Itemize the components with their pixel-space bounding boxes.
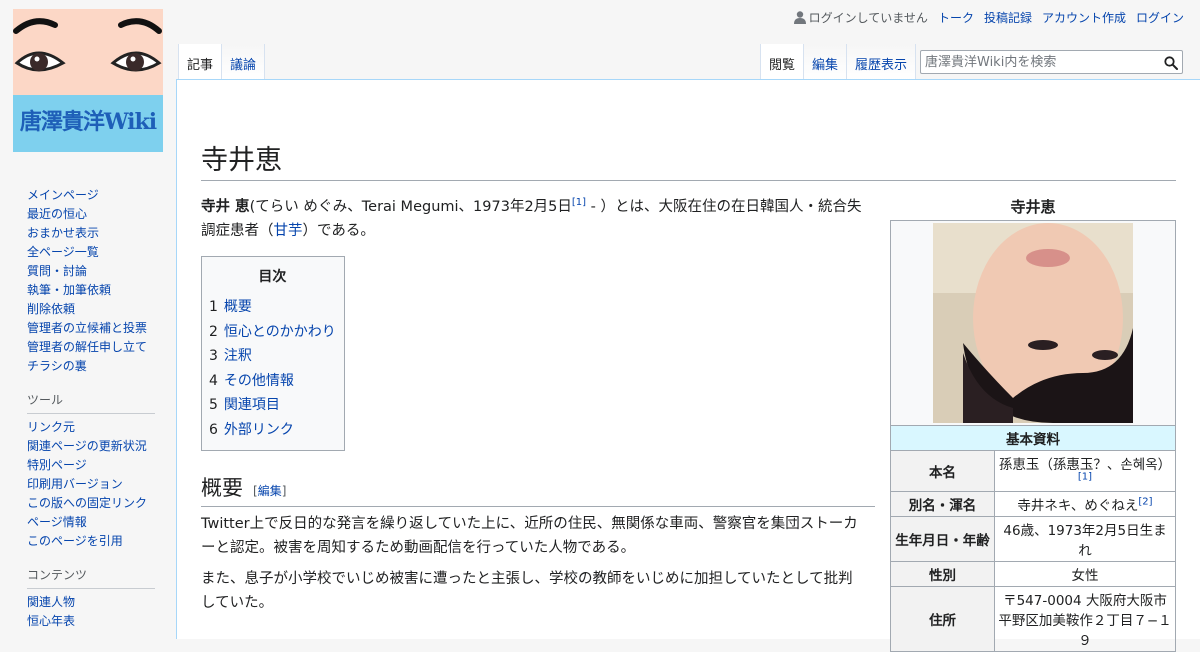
overview-paragraph-1: Twitter上で反日的な発言を繰り返していた上に、近所の住民、無関係な車両、警…: [201, 516, 858, 556]
toc-title: 目次: [258, 269, 287, 285]
view-tabs: 閲覧 編集 履歴表示: [760, 44, 917, 80]
sidebar-item-recent[interactable]: 最近の恒心: [27, 207, 87, 221]
toc-item[interactable]: 4 その他情報: [209, 369, 336, 394]
infobox-row: 住所 〒547-0004 大阪府大阪市平野区加美鞍作２丁目７−１９: [890, 586, 1176, 652]
section-edit-link[interactable]: 編集: [258, 484, 282, 498]
sidebar-contents-heading: コンテンツ: [27, 566, 155, 589]
tab-read[interactable]: 閲覧: [760, 44, 804, 80]
toc-item[interactable]: 6 外部リンク: [209, 418, 336, 443]
anon-label: ログインしていません: [808, 11, 928, 25]
sidebar-item-all-pages[interactable]: 全ページ一覧: [27, 245, 99, 259]
personal-tools: ログインしていません トーク 投稿記録 アカウント作成 ログイン: [793, 9, 1184, 26]
sidebar-item-print[interactable]: 印刷用バージョン: [27, 477, 123, 491]
tab-article[interactable]: 記事: [178, 44, 222, 80]
namespace-tabs: 記事 議論: [178, 44, 266, 80]
sidebar-item-related-people[interactable]: 関連人物: [27, 595, 75, 609]
logo-eyes-icon: [13, 18, 162, 72]
login-link[interactable]: ログイン: [1136, 9, 1184, 26]
infobox-row: 本名 孫恵玉（孫惠玉？、손혜옥）[1]: [890, 450, 1176, 492]
sidebar-item-admin-removal[interactable]: 管理者の解任申し立て: [27, 340, 147, 354]
infobox-image-cell: [890, 220, 1176, 426]
create-account-link[interactable]: アカウント作成: [1042, 9, 1126, 26]
toc-item[interactable]: 1 概要: [209, 295, 336, 320]
tab-edit[interactable]: 編集: [803, 44, 847, 80]
tab-history[interactable]: 履歴表示: [846, 44, 917, 80]
sidebar-item-deletion[interactable]: 削除依頼: [27, 302, 75, 316]
search-icon[interactable]: [1164, 55, 1178, 74]
toc-item[interactable]: 3 注釈: [209, 344, 336, 369]
sidebar: メインページ 最近の恒心 おまかせ表示 全ページ一覧 質問・討論 執筆・加筆依頼…: [27, 186, 157, 631]
tab-discussion[interactable]: 議論: [221, 44, 266, 80]
section-heading-overview: 概要 [編集]: [201, 473, 875, 507]
infobox-row: 生年月日・年齢 46歳、1973年2月5日生まれ: [890, 516, 1176, 562]
sidebar-tools: リンク元 関連ページの更新状況 特別ページ 印刷用バージョン この版への固定リン…: [27, 418, 157, 551]
sidebar-item-main-page[interactable]: メインページ: [27, 188, 99, 202]
infobox: 寺井恵 基本資料 本名 孫恵玉（孫惠玉？、손혜옥）[1] 別名・渾名 寺井ネキ、…: [890, 195, 1176, 652]
sidebar-contents: 関連人物 恒心年表: [27, 593, 157, 631]
overview-paragraph-2: また、息子が小学校でいじめ被害に遭ったと主張し、学校の教師をいじめに加担していた…: [201, 571, 853, 611]
sidebar-item-page-info[interactable]: ページ情報: [27, 515, 87, 529]
table-of-contents: 目次 1 概要 2 恒心とのかかわり 3 注釈 4 その他情報 5 関連項目 6 外部リンク: [201, 256, 345, 451]
reference-1-link[interactable]: [1]: [572, 197, 586, 208]
infobox-section-header: 基本資料: [890, 425, 1176, 451]
sidebar-item-cite[interactable]: このページを引用: [27, 534, 123, 548]
sidebar-item-admin-election[interactable]: 管理者の立候補と投票: [27, 321, 147, 335]
toc-item[interactable]: 5 関連項目: [209, 393, 336, 418]
sidebar-item-questions[interactable]: 質問・討論: [27, 264, 87, 278]
toc-item[interactable]: 2 恒心とのかかわり: [209, 320, 336, 345]
infobox-row: 別名・渾名 寺井ネキ、めぐねえ[2]: [890, 491, 1176, 517]
portrait-image[interactable]: [933, 223, 1133, 423]
personal-talk-link[interactable]: トーク: [938, 9, 974, 26]
personal-contributions-link[interactable]: 投稿記録: [984, 9, 1032, 26]
sidebar-navigation: メインページ 最近の恒心 おまかせ表示 全ページ一覧 質問・討論 執筆・加筆依頼…: [27, 186, 157, 376]
sidebar-item-chirashi[interactable]: チラシの裏: [27, 359, 87, 373]
sidebar-item-special-pages[interactable]: 特別ページ: [27, 458, 87, 472]
site-logo[interactable]: 唐澤貴洋Wiki: [13, 9, 163, 152]
amaimo-link[interactable]: 甘芋: [274, 223, 303, 239]
sidebar-item-related-changes[interactable]: 関連ページの更新状況: [27, 439, 147, 453]
infobox-ref-link[interactable]: [2]: [1138, 497, 1152, 508]
user-icon: [793, 11, 806, 24]
search-box: [920, 50, 1183, 74]
infobox-row: 性別 女性: [890, 561, 1176, 587]
sidebar-item-random[interactable]: おまかせ表示: [27, 226, 99, 240]
logo-text: 唐澤貴洋Wiki: [19, 109, 157, 135]
article-body: 寺井 恵(てらい めぐみ、Terai Megumi、1973年2月5日[1] -…: [201, 195, 875, 622]
sidebar-item-chronology[interactable]: 恒心年表: [27, 614, 75, 628]
sidebar-tools-heading: ツール: [27, 391, 155, 414]
sidebar-item-whatlinkshere[interactable]: リンク元: [27, 420, 75, 434]
search-input[interactable]: [921, 51, 1159, 74]
anon-user: ログインしていません: [793, 9, 928, 26]
intro-paragraph: 寺井 恵(てらい めぐみ、Terai Megumi、1973年2月5日[1] -…: [201, 197, 862, 239]
page-title: 寺井恵: [201, 138, 1176, 181]
sidebar-item-permalink[interactable]: この版への固定リンク: [27, 496, 147, 510]
infobox-ref-link[interactable]: [1]: [1078, 472, 1092, 483]
section-edit: [編集]: [253, 484, 287, 498]
sidebar-item-requests[interactable]: 執筆・加筆依頼: [27, 283, 111, 297]
infobox-title: 寺井恵: [1010, 198, 1056, 216]
subject-name: 寺井 恵: [201, 199, 250, 215]
content-area: 寺井恵 寺井 恵(てらい めぐみ、Terai Megumi、1973年2月5日[…: [176, 79, 1200, 652]
